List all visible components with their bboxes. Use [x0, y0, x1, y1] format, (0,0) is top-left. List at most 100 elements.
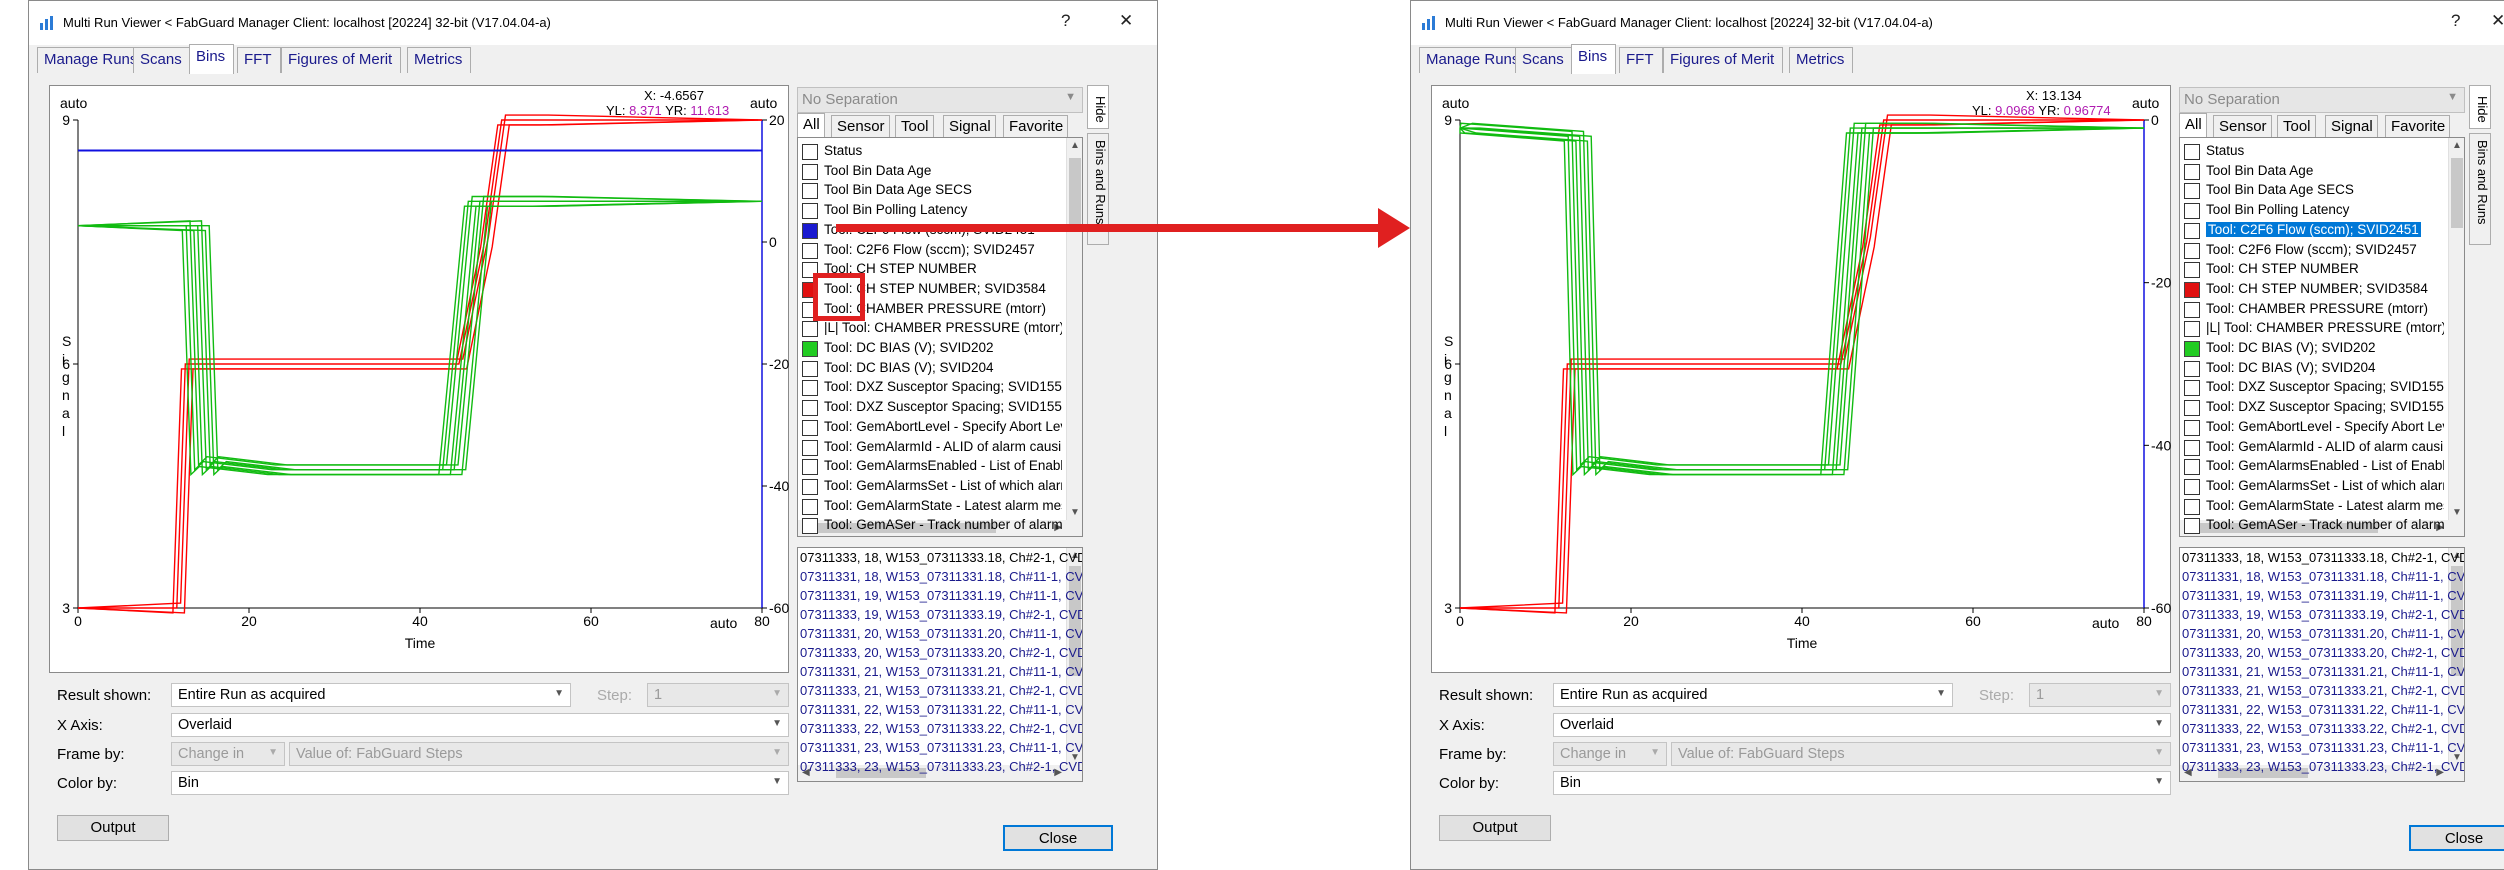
run-list-item[interactable]: 07311331, 18, W153_07311331.18, Ch#11-1,…	[2182, 569, 2464, 588]
checkbox[interactable]	[802, 341, 818, 357]
x-axis-dropdown[interactable]: Overlaid ▼	[171, 713, 789, 737]
checklist-item[interactable]: Tool Bin Data Age SECS	[802, 181, 1062, 201]
result-shown-dropdown[interactable]: Entire Run as acquired ▼	[1553, 683, 1953, 707]
step-dropdown[interactable]: 1 ▼	[2029, 683, 2171, 707]
tab-manage-runs[interactable]: Manage Runs	[37, 47, 147, 73]
tab-scans[interactable]: Scans	[1515, 47, 1573, 73]
run-list-item[interactable]: 07311333, 18, W153_07311333.18, Ch#2-1, …	[800, 550, 1082, 569]
tab-fft[interactable]: FFT	[1619, 47, 1663, 73]
checkbox[interactable]	[802, 498, 818, 515]
tab-signal[interactable]: Signal	[2325, 115, 2378, 137]
checkbox[interactable]	[2184, 498, 2200, 515]
close-button[interactable]: Close	[2409, 825, 2504, 851]
checklist-item[interactable]: Tool: CH STEP NUMBER; SVID3584	[2184, 280, 2444, 300]
run-list-item[interactable]: 07311333, 22, W153_07311333.22, Ch#2-1, …	[2182, 721, 2464, 740]
checklist-item[interactable]: Tool: GemAlarmId - ALID of alarm causing	[802, 438, 1062, 458]
checkbox[interactable]	[2184, 144, 2200, 160]
result-shown-dropdown[interactable]: Entire Run as acquired ▼	[171, 683, 571, 707]
runs-list[interactable]: ▲ ▼ ◀ ▶ 07311333, 18, W153_07311333.18, Ch…	[2179, 547, 2465, 782]
checkbox[interactable]	[2184, 183, 2200, 200]
signal-checklist[interactable]: ▲▼ ◀▶ StatusTool Bin Data AgeTool Bin Da…	[797, 137, 1083, 537]
tab-favorite[interactable]: Favorite	[1003, 115, 1069, 137]
hide-panel-tab[interactable]: Hide	[1087, 85, 1109, 129]
checklist-item[interactable]: Tool: C2F6 Flow (sccm); SVID2457	[2184, 241, 2444, 261]
tab-tool[interactable]: Tool	[895, 115, 934, 137]
checkbox[interactable]	[802, 321, 818, 338]
checkbox[interactable]	[2184, 222, 2200, 239]
checklist-vertical-scrollbar[interactable]: ▲ ▼	[1066, 138, 1082, 520]
tab-scans[interactable]: Scans	[133, 47, 191, 73]
checklist-item[interactable]: Tool Bin Polling Latency	[802, 201, 1062, 221]
run-list-item[interactable]: 07311333, 19, W153_07311333.19, Ch#2-1, …	[800, 607, 1082, 626]
checklist-item[interactable]: Tool: C2F6 Flow (sccm); SVID2457	[802, 241, 1062, 261]
scroll-up-icon[interactable]: ▲	[2452, 140, 2462, 151]
tab-bins[interactable]: Bins	[1571, 44, 1617, 74]
signal-chart-svg[interactable]: auto auto auto X: -4.6567 YL: 8.371 YR: …	[50, 86, 790, 674]
checkbox[interactable]	[2184, 242, 2200, 259]
checklist-item[interactable]: Tool: DXZ Susceptor Spacing; SVID15502	[2184, 378, 2444, 398]
checklist-item[interactable]: Tool: GemAlarmsEnabled - List of Enabled	[2184, 457, 2444, 477]
checklist-item[interactable]: Tool: GemAlarmState - Latest alarm messa…	[2184, 497, 2444, 517]
tab-all[interactable]: All	[797, 113, 825, 137]
left-axis-auto-label[interactable]: auto	[60, 95, 87, 111]
checklist-item[interactable]: Tool: GemAlarmsEnabled - List of Enabled	[802, 457, 1062, 477]
checklist-item[interactable]: Tool: GemAlarmsSet - List of which alarm…	[2184, 477, 2444, 497]
checkbox[interactable]	[2184, 203, 2200, 220]
checklist-item[interactable]: Tool: GemAlarmId - ALID of alarm causing	[2184, 438, 2444, 458]
checklist-item[interactable]: Tool Bin Polling Latency	[2184, 201, 2444, 221]
run-list-item[interactable]: 07311333, 20, W153_07311333.20, Ch#2-1, …	[2182, 645, 2464, 664]
checkbox[interactable]	[802, 242, 818, 259]
tab-favorite[interactable]: Favorite	[2385, 115, 2451, 137]
checkbox[interactable]	[2184, 380, 2200, 397]
x-axis-dropdown[interactable]: Overlaid ▼	[1553, 713, 2171, 737]
run-list-item[interactable]: 07311331, 22, W153_07311331.22, Ch#11-1,…	[2182, 702, 2464, 721]
checkbox[interactable]	[802, 459, 818, 476]
run-list-item[interactable]: 07311331, 18, W153_07311331.18, Ch#11-1,…	[800, 569, 1082, 588]
color-by-dropdown[interactable]: Bin ▼	[1553, 771, 2171, 795]
run-list-item[interactable]: 07311331, 23, W153_07311331.23, Ch#11-1,…	[2182, 740, 2464, 759]
run-list-item[interactable]: 07311331, 23, W153_07311331.23, Ch#11-1,…	[800, 740, 1082, 759]
checkbox[interactable]	[802, 518, 818, 535]
frame-by-dropdown[interactable]: Change in ▼	[1553, 742, 1667, 766]
bottom-axis-auto-label[interactable]: auto	[2092, 615, 2119, 631]
checklist-item[interactable]: Tool Bin Data Age	[2184, 162, 2444, 182]
run-list-item[interactable]: 07311331, 20, W153_07311331.20, Ch#11-1,…	[2182, 626, 2464, 645]
output-button[interactable]: Output	[57, 815, 169, 841]
tab-manage-runs[interactable]: Manage Runs	[1419, 47, 1529, 73]
run-list-item[interactable]: 07311331, 22, W153_07311331.22, Ch#11-1,…	[800, 702, 1082, 721]
tab-signal[interactable]: Signal	[943, 115, 996, 137]
checkbox[interactable]	[2184, 459, 2200, 476]
close-window-button[interactable]: ✕	[1119, 11, 1133, 31]
bottom-axis-auto-label[interactable]: auto	[710, 615, 737, 631]
checklist-item[interactable]: Status	[802, 142, 1062, 162]
checkbox[interactable]	[802, 478, 818, 495]
checkbox[interactable]	[802, 222, 818, 239]
checklist-item[interactable]: Tool: DXZ Susceptor Spacing; SVID15504	[2184, 398, 2444, 418]
checklist-item[interactable]: Status	[2184, 142, 2444, 162]
close-button[interactable]: Close	[1003, 825, 1113, 851]
tab-metrics[interactable]: Metrics	[407, 47, 472, 73]
checkbox[interactable]	[802, 400, 818, 417]
checklist-item[interactable]: Tool: DC BIAS (V); SVID204	[802, 359, 1062, 379]
run-list-item[interactable]: 07311331, 21, W153_07311331.21, Ch#11-1,…	[2182, 664, 2464, 683]
scroll-up-icon[interactable]: ▲	[1070, 140, 1080, 151]
run-list-item[interactable]: 07311331, 19, W153_07311331.19, Ch#11-1,…	[800, 588, 1082, 607]
runs-list[interactable]: ▲ ▼ ◀ ▶ 07311333, 18, W153_07311333.18, Ch…	[797, 547, 1083, 782]
checkbox[interactable]	[2184, 439, 2200, 456]
checklist-item[interactable]: Tool: GemAbortLevel - Specify Abort Leve…	[802, 418, 1062, 438]
checkbox[interactable]	[802, 360, 818, 377]
checklist-item[interactable]: Tool Bin Data Age	[802, 162, 1062, 182]
checkbox[interactable]	[2184, 301, 2200, 318]
hide-panel-tab[interactable]: Hide	[2469, 85, 2491, 129]
checkbox[interactable]	[2184, 163, 2200, 180]
tab-all[interactable]: All	[2179, 113, 2207, 137]
run-list-item[interactable]: 07311331, 21, W153_07311331.21, Ch#11-1,…	[800, 664, 1082, 683]
color-by-dropdown[interactable]: Bin ▼	[171, 771, 789, 795]
checklist-item[interactable]: Tool: GemAlarmState - Latest alarm messa…	[802, 497, 1062, 517]
checkbox[interactable]	[802, 419, 818, 436]
separation-dropdown[interactable]: No Separation ▼	[2179, 87, 2465, 113]
bins-and-runs-tab[interactable]: Bins and Runs	[2469, 133, 2491, 245]
checklist-item[interactable]: Tool: GemAlarmsSet - List of which alarm…	[802, 477, 1062, 497]
scroll-down-icon[interactable]: ▼	[1070, 507, 1080, 518]
tab-bins[interactable]: Bins	[189, 44, 235, 74]
